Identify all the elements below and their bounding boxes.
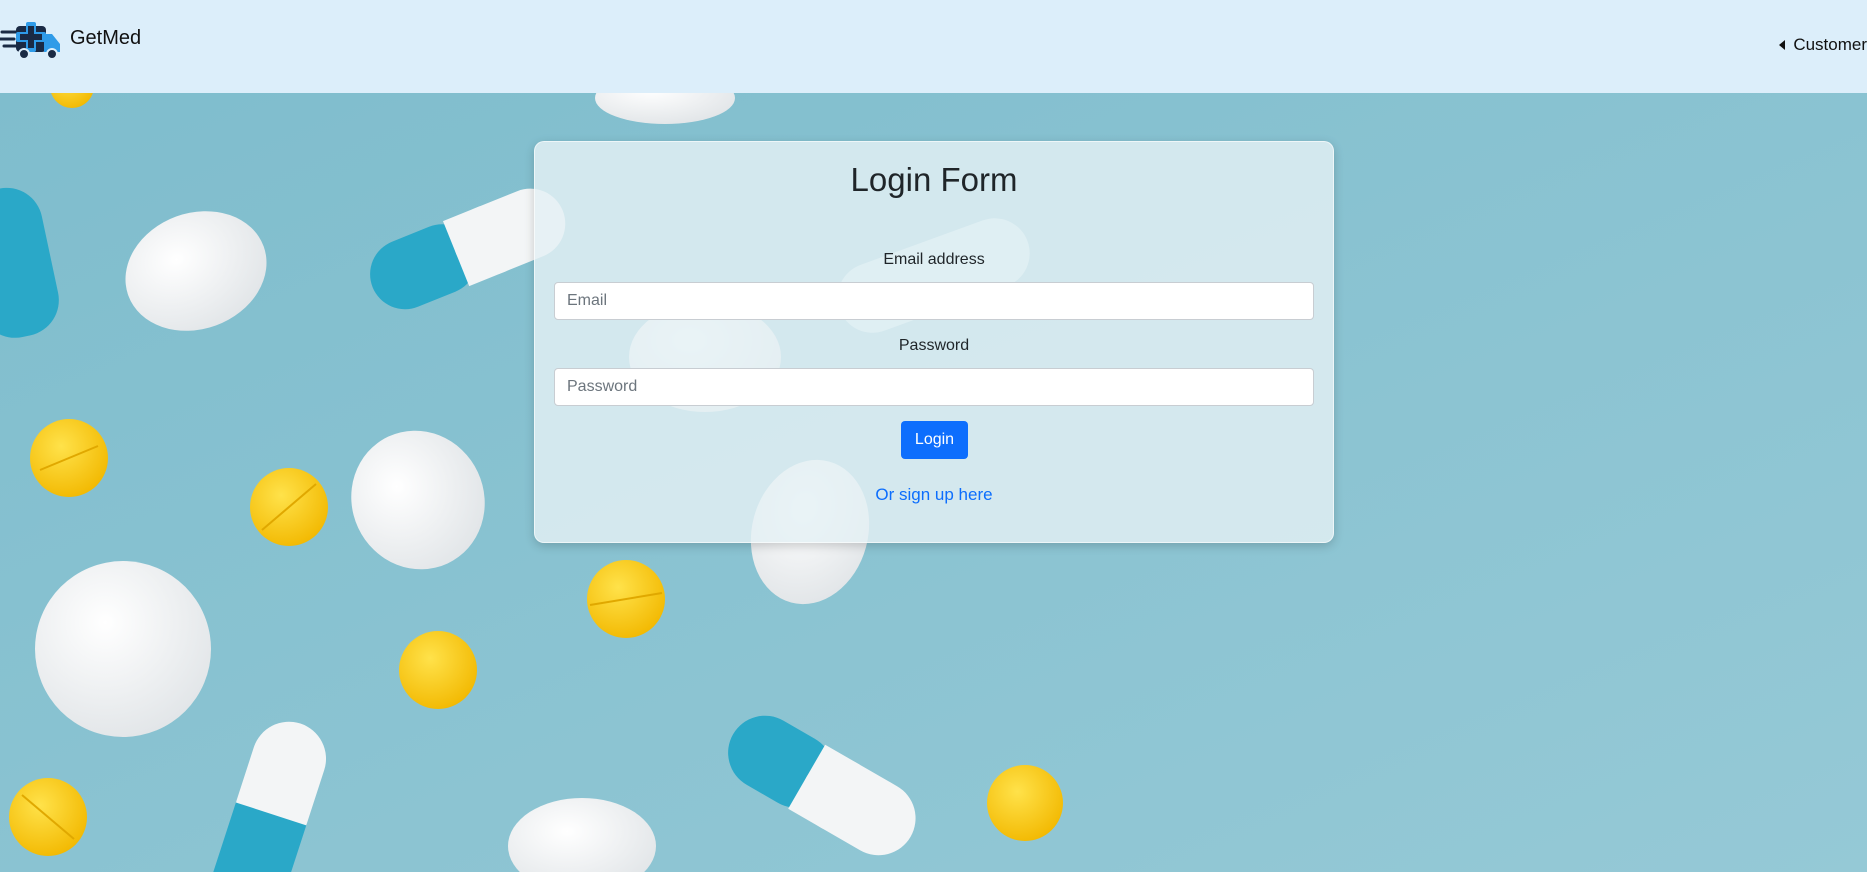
customer-label: Customer: [1793, 35, 1867, 54]
customer-dropdown[interactable]: Customer: [1779, 35, 1867, 55]
login-form-card: Login Form Email address Password Login …: [534, 141, 1334, 543]
login-form-title: Login Form: [850, 161, 1018, 198]
password-input[interactable]: [554, 368, 1314, 406]
brand[interactable]: GetMed: [0, 18, 141, 62]
brand-name: GetMed: [70, 26, 142, 49]
email-label: Email address: [883, 251, 985, 268]
signup-link[interactable]: Or sign up here: [535, 485, 1333, 505]
password-label: Password: [898, 337, 970, 354]
email-input[interactable]: [554, 282, 1314, 320]
caret-left-icon: [1779, 40, 1786, 50]
login-button[interactable]: Login: [901, 421, 968, 459]
top-navbar: GetMed Customer: [0, 0, 1867, 93]
delivery-truck-medical-cross-icon: [0, 22, 60, 60]
